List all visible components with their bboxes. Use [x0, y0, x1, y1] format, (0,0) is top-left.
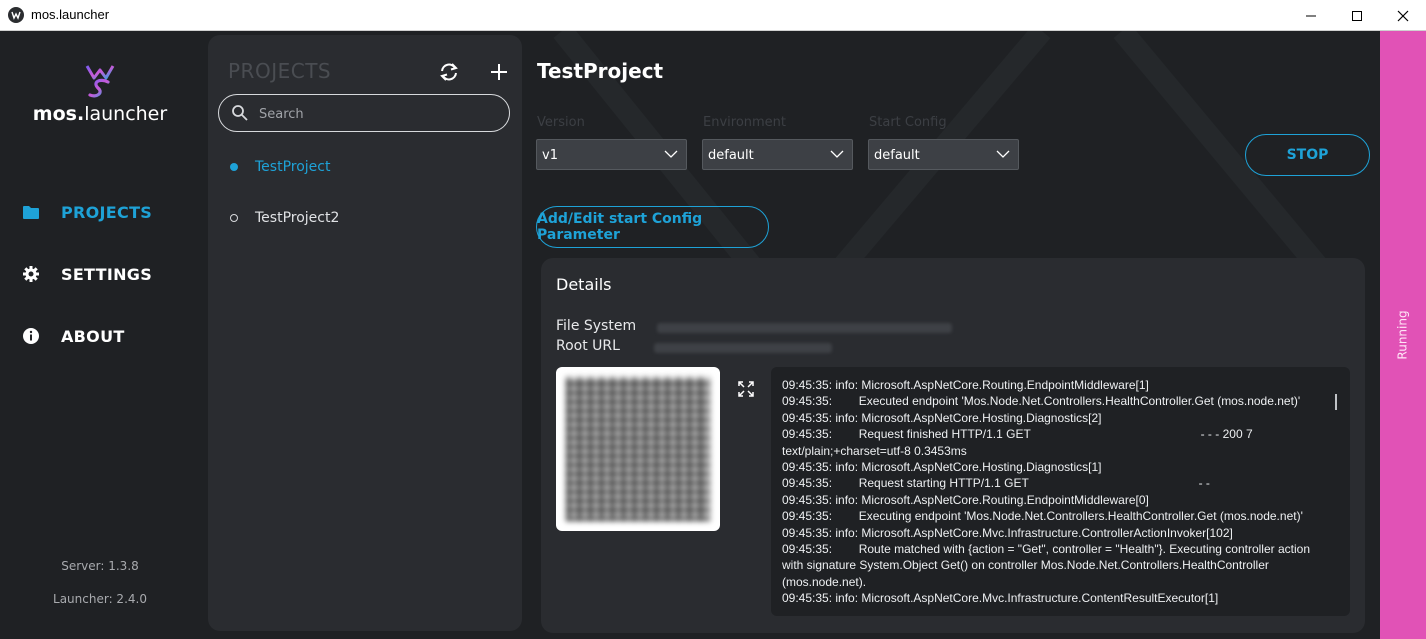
info-icon	[23, 328, 39, 344]
environment-label: Environment	[703, 115, 787, 130]
mos-logo-icon	[85, 65, 115, 98]
log-line: 09:45:35: Request starting HTTP/1.1 GET …	[782, 476, 1210, 491]
environment-select[interactable]: default	[702, 139, 853, 170]
log-line: 09:45:35: info: Microsoft.AspNetCore.Rou…	[782, 492, 1149, 507]
environment-value: default	[708, 148, 754, 163]
window-title: mos.launcher	[31, 7, 110, 22]
sidebar: mos.launcher PROJECTS SETTINGS ABOUT Ser…	[0, 31, 200, 639]
file-system-label: File System	[556, 318, 637, 334]
maximize-button[interactable]	[1334, 0, 1380, 31]
search-icon	[232, 105, 248, 121]
nav-item-label: ABOUT	[61, 326, 125, 346]
add-project-button[interactable]	[488, 61, 510, 83]
root-url-label: Root URL	[556, 338, 620, 354]
minimize-button[interactable]	[1288, 0, 1334, 31]
log-line: 09:45:35: Executed endpoint 'Mos.Node.Ne…	[782, 394, 1301, 409]
log-line: 09:45:35: info: Microsoft.AspNetCore.Mvc…	[782, 525, 1233, 540]
version-label: Version	[537, 115, 585, 130]
log-output[interactable]: 09:45:35: info: Microsoft.AspNetCore.Rou…	[771, 367, 1350, 616]
log-scrollbar[interactable]	[1335, 394, 1337, 410]
stop-button[interactable]: STOP	[1245, 134, 1370, 176]
refresh-icon	[440, 63, 458, 81]
server-version: Server: 1.3.8	[61, 559, 139, 573]
edit-config-button[interactable]: Add/Edit start Config Parameter	[536, 206, 769, 248]
version-select[interactable]: v1	[536, 139, 687, 170]
nav-item-about[interactable]: ABOUT	[22, 324, 125, 348]
status-indicator: Running	[1380, 31, 1426, 639]
logo-text: mos.launcher	[32, 103, 168, 125]
log-line: 09:45:35: info: Microsoft.AspNetCore.Hos…	[782, 460, 1102, 475]
chevron-down-icon	[996, 150, 1010, 158]
gear-icon	[23, 266, 39, 282]
projects-panel: PROJECTS TestProject TestP	[208, 35, 522, 631]
project-name: TestProject	[255, 159, 331, 175]
chevron-down-icon	[830, 150, 844, 158]
nav-item-label: SETTINGS	[61, 264, 153, 284]
log-line: 09:45:35: info: Microsoft.AspNetCore.Hos…	[782, 410, 1102, 425]
title-bar: mos.launcher	[0, 0, 1426, 31]
log-line: 09:45:35: info: Microsoft.AspNetCore.Rou…	[782, 378, 1149, 392]
minimize-icon	[1306, 15, 1316, 16]
plus-icon	[491, 64, 507, 80]
file-system-value	[657, 323, 952, 333]
project-detail-area: TestProject Version v1 Environment defau…	[522, 31, 1380, 639]
app-frame: mos.launcher PROJECTS SETTINGS ABOUT Ser…	[0, 31, 1426, 639]
search-input[interactable]	[257, 104, 501, 124]
close-button[interactable]	[1380, 0, 1426, 31]
maximize-icon	[1352, 10, 1362, 21]
app-logo-icon	[8, 7, 24, 23]
nav-item-label: PROJECTS	[61, 202, 153, 222]
version-value: v1	[542, 148, 558, 163]
refresh-button[interactable]	[438, 61, 460, 83]
chevron-down-icon	[664, 150, 678, 158]
log-lines: 09:45:35: info: Microsoft.AspNetCore.Rou…	[782, 377, 1327, 607]
folder-icon	[23, 206, 39, 219]
details-card: Details File System Root URL 09:45:35: i…	[541, 258, 1365, 633]
search-box	[218, 94, 510, 132]
log-line: 09:45:35: Request finished HTTP/1.1 GET …	[782, 427, 1256, 458]
log-line: 09:45:35: Executing endpoint 'Mos.Node.N…	[782, 509, 1303, 524]
root-url-value	[654, 343, 832, 353]
project-name: TestProject2	[255, 210, 340, 226]
inactive-dot-icon	[230, 214, 238, 222]
close-icon	[1397, 10, 1409, 21]
project-title: TestProject	[537, 59, 664, 83]
start-config-label: Start Config	[869, 115, 947, 130]
log-line: 09:45:35: Route matched with {action = "…	[782, 542, 1314, 589]
start-config-select[interactable]: default	[868, 139, 1019, 170]
launcher-version: Launcher: 2.4.0	[53, 592, 147, 606]
project-list-item[interactable]: TestProject	[230, 157, 330, 177]
start-config-value: default	[874, 148, 920, 163]
project-list-item[interactable]: TestProject2	[230, 208, 339, 228]
nav-item-settings[interactable]: SETTINGS	[22, 262, 152, 286]
active-dot-icon	[230, 163, 238, 171]
status-label: Running	[1396, 310, 1411, 360]
nav-item-projects[interactable]: PROJECTS	[22, 200, 152, 224]
log-line: 09:45:35: info: Microsoft.AspNetCore.Mvc…	[782, 591, 1219, 606]
projects-panel-title: PROJECTS	[228, 59, 332, 83]
details-title: Details	[556, 275, 612, 294]
expand-icon[interactable]	[737, 380, 755, 398]
qr-code	[556, 367, 720, 531]
